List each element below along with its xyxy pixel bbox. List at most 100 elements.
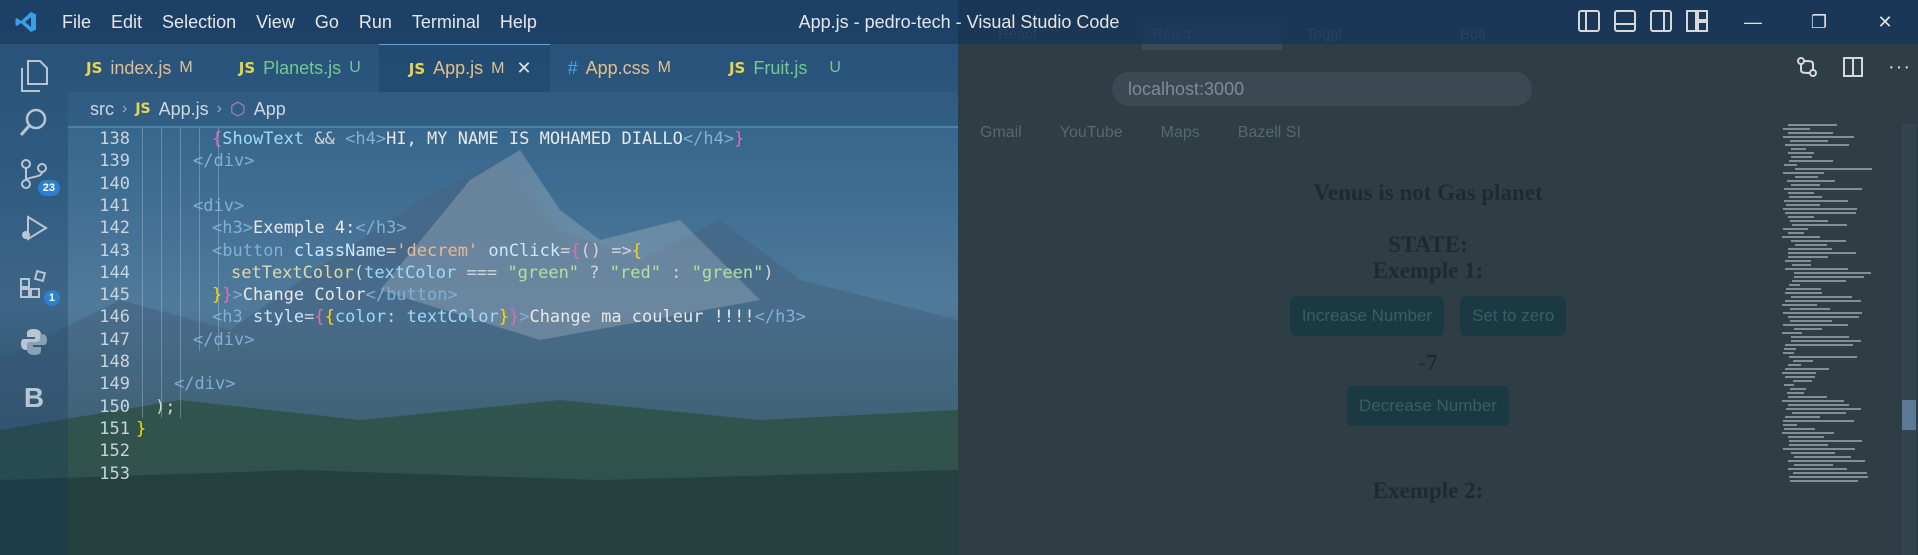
line-number: 141 (99, 195, 130, 216)
code-token: </ (682, 129, 704, 149)
explorer-icon[interactable] (14, 56, 54, 96)
set-to-zero-button[interactable]: Set to zero (1460, 296, 1567, 336)
extensions-icon[interactable]: 1 (14, 264, 60, 306)
minimap-line (1790, 480, 1858, 482)
bookmark-item[interactable]: YouTube (1060, 124, 1123, 142)
scrollbar-thumb[interactable] (1902, 400, 1916, 430)
toggle-panel-icon[interactable] (1614, 10, 1636, 32)
python-icon[interactable] (14, 322, 54, 362)
minimap-line (1785, 212, 1856, 214)
code-line[interactable]: 149 </div> (68, 373, 958, 395)
minimize-icon[interactable]: — (1720, 0, 1786, 44)
code-token: color (334, 307, 387, 328)
menu-run[interactable]: Run (349, 0, 402, 44)
browser-address-bar[interactable]: localhost:3000 (1112, 72, 1532, 106)
breadcrumb-folder[interactable]: src (90, 99, 114, 120)
bookmark-item[interactable]: Maps (1161, 124, 1200, 142)
minimap-line (1789, 196, 1822, 198)
search-icon[interactable] (14, 102, 54, 142)
code-line[interactable]: 152 (68, 440, 958, 462)
code-line[interactable]: 138 {ShowText && <h4>HI, MY NAME IS MOHAM… (68, 128, 958, 150)
menu-selection[interactable]: Selection (152, 0, 246, 44)
code-token: "green" (691, 262, 764, 283)
minimap-line (1790, 388, 1806, 390)
tab-status: U (349, 59, 361, 76)
menu-edit[interactable]: Edit (101, 0, 152, 44)
line-number: 138 (99, 129, 130, 149)
menu-file[interactable]: File (52, 0, 101, 44)
code-token: "red" (609, 262, 661, 283)
code-line[interactable]: 153 (68, 463, 958, 485)
symbol-cube-icon: ⬡ (229, 98, 246, 119)
breadcrumb: src › JS App.js › ⬡ App (68, 92, 958, 126)
js-file-icon: JS (86, 59, 103, 77)
run-debug-icon[interactable] (14, 208, 54, 248)
open-changes-icon[interactable] (1796, 56, 1818, 84)
code-line[interactable]: 141 <div> (68, 195, 958, 217)
bookmark-item[interactable]: Gmail (980, 124, 1022, 142)
decrease-number-button[interactable]: Decrease Number (1347, 386, 1509, 426)
split-editor-icon[interactable] (1842, 56, 1864, 84)
menu-go[interactable]: Go (305, 0, 349, 44)
bookmark-item[interactable]: Bazell SI (1238, 124, 1301, 142)
b-extension-icon[interactable]: B (14, 378, 54, 418)
tab-index-js[interactable]: JS index.js M (68, 44, 211, 92)
minimap-line (1788, 396, 1827, 398)
code-line[interactable]: 146 <h3 style={{color: textColor}}>Change… (68, 306, 958, 328)
code-line[interactable]: 143 <button className='decrem' onClick={(… (68, 240, 958, 262)
menu-help[interactable]: Help (490, 0, 547, 44)
tab-app-css[interactable]: # App.css M (550, 44, 689, 92)
code-token: > (723, 129, 735, 149)
tab-app-js[interactable]: JS App.js M ✕ (378, 44, 550, 92)
code-text: {ShowText && <h4>HI, MY NAME IS MOHAMED … (212, 128, 744, 150)
source-control-icon[interactable]: 23 (14, 154, 60, 196)
menu-terminal[interactable]: Terminal (402, 0, 490, 44)
minimap-line (1791, 148, 1806, 150)
code-line[interactable]: 139 </div> (68, 150, 958, 172)
breadcrumb-file[interactable]: App.js (159, 99, 209, 120)
line-number: 146 (99, 307, 130, 328)
code-line[interactable]: 144 setTextColor(textColor === "green" ? … (68, 262, 958, 284)
tab-fruit-js[interactable]: JS Fruit.js U (689, 44, 859, 92)
minimap-line (1785, 268, 1848, 270)
code-line[interactable]: 151} (68, 418, 958, 440)
customize-layout-icon[interactable] (1686, 10, 1708, 32)
page-heading: Exemple 1: (1372, 258, 1484, 283)
code-line[interactable]: 142 <h3>Exemple 4:</h3> (68, 217, 958, 239)
activity-bar: 23 1 B (0, 44, 68, 555)
code-line[interactable]: 140 (68, 173, 958, 195)
line-number: 149 (99, 374, 130, 395)
toggle-secondary-sidebar-icon[interactable] (1650, 10, 1672, 32)
increase-number-button[interactable]: Increase Number (1289, 296, 1445, 336)
code-token: "green" (507, 262, 580, 283)
code-token: ( (353, 262, 365, 283)
minimap-line (1794, 464, 1833, 466)
code-editor[interactable]: 138 {ShowText && <h4>HI, MY NAME IS MOHAM… (68, 128, 958, 555)
js-file-icon: JS (238, 59, 256, 77)
code-line[interactable]: 150); (68, 396, 958, 418)
code-line[interactable]: 147 </div> (68, 329, 958, 351)
minimap-line (1784, 428, 1815, 430)
minimap-line (1788, 468, 1847, 470)
code-token: 'decrem' (396, 240, 479, 261)
close-icon[interactable]: ✕ (517, 58, 532, 79)
vertical-scrollbar[interactable] (1902, 124, 1916, 555)
more-actions-icon[interactable]: ··· (1888, 56, 1911, 84)
code-token: { (570, 240, 581, 261)
line-number: 147 (99, 329, 130, 350)
tab-planets-js[interactable]: JS Planets.js U (211, 44, 379, 92)
breadcrumb-symbol[interactable]: App (254, 99, 286, 120)
code-line[interactable]: 145}}>Change Color</button> (68, 284, 958, 306)
menu-view[interactable]: View (246, 0, 305, 44)
chevron-right-icon: › (216, 100, 222, 117)
toggle-primary-sidebar-icon[interactable] (1578, 10, 1600, 32)
minimap-line (1786, 288, 1821, 290)
code-token: } (498, 307, 509, 328)
close-icon[interactable]: ✕ (1852, 0, 1918, 44)
minimap-line (1790, 140, 1828, 142)
minimap[interactable] (1780, 124, 1898, 494)
restore-icon[interactable]: ❐ (1786, 0, 1852, 44)
code-line[interactable]: 148 (68, 351, 958, 373)
minimap-line (1785, 344, 1853, 346)
code-token: = (386, 240, 397, 261)
